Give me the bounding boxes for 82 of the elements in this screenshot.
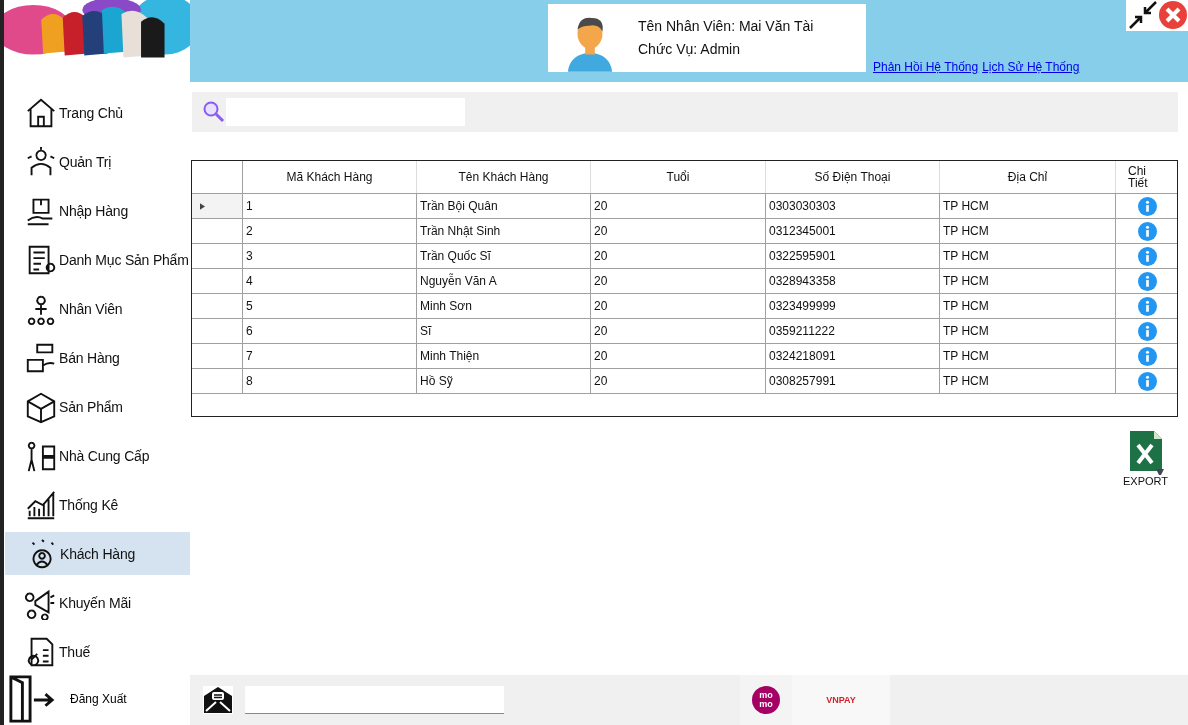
table-cell: Hồ Sỹ [417,369,591,393]
table-cell: TP HCM [940,344,1116,368]
info-icon[interactable] [1138,296,1157,316]
table-cell: 6 [243,319,417,343]
sidebar-item[interactable]: Trang Chủ [4,91,190,135]
table-cell: Trần Bội Quân [417,194,591,218]
table-cell: Trần Nhật Sinh [417,219,591,243]
vnpay-logo[interactable]: VNPAY [826,695,856,705]
header-link[interactable]: Lịch Sử Hệ Thống [982,60,1080,74]
column-header: Số Điện Thoại [766,161,940,193]
employee-name: Tên Nhân Viên: Mai Văn Tài [638,17,814,36]
table-cell: Minh Sơn [417,294,591,318]
table-cell: 5 [243,294,417,318]
table-cell: 20 [591,294,766,318]
table-cell: 4 [243,269,417,293]
sidebar-item[interactable]: Sản Phẩm [4,385,190,429]
info-icon[interactable] [1138,371,1157,391]
table-cell: 0322595901 [766,244,940,268]
table-cell: TP HCM [940,369,1116,393]
table-cell: 20 [591,244,766,268]
table-cell: TP HCM [940,219,1116,243]
table-cell: 0359211222 [766,319,940,343]
sidebar-item[interactable]: Khách Hàng [5,532,190,576]
table-cell: 0323499999 [766,294,940,318]
table-cell: 2 [243,219,417,243]
message-field[interactable] [245,686,504,714]
table-cell: TP HCM [940,244,1116,268]
table-cell: 3 [243,244,417,268]
column-header: Tên Khách Hàng [417,161,591,193]
sidebar-item[interactable]: Khuyến Mãi [4,581,190,625]
column-header: Chi Tiết [1127,163,1149,192]
info-icon[interactable] [1138,246,1157,266]
column-header: Địa Chỉ [940,161,1116,193]
table-cell: 0328943358 [766,269,940,293]
table-cell: Sĩ [417,319,591,343]
table-cell: 0308257991 [766,369,940,393]
table-cell: 20 [591,369,766,393]
sidebar-item[interactable]: Thuế [4,630,190,674]
sidebar-item[interactable]: Danh Mục Sản Phẩm [4,238,190,282]
table-cell: 0312345001 [766,219,940,243]
table-cell: TP HCM [940,194,1116,218]
sidebar-item[interactable]: Nhà Cung Cấp [4,434,190,478]
mail-icon [203,686,233,714]
momo-logo[interactable]: mo mo [752,686,780,714]
table-cell: TP HCM [940,294,1116,318]
info-icon[interactable] [1138,271,1157,291]
column-header: Tuổi [591,161,766,193]
info-icon[interactable] [1138,346,1157,366]
export-button[interactable]: EXPORT [1123,431,1169,485]
sidebar-item[interactable]: Nhân Viên [4,287,190,331]
table-cell: 1 [243,194,417,218]
table-cell: 20 [591,319,766,343]
search-icon [202,100,226,124]
current-row-icon [200,202,205,210]
table-cell: TP HCM [940,319,1116,343]
logout-icon [8,675,56,724]
sidebar-item[interactable]: Bán Hàng [4,336,190,380]
info-icon[interactable] [1138,221,1157,241]
info-icon[interactable] [1138,196,1157,216]
sidebar-item[interactable]: Quản Trị [4,140,190,184]
table-cell: TP HCM [940,269,1116,293]
row-header[interactable] [192,194,243,218]
column-header: Mã Khách Hàng [243,161,417,193]
header-link[interactable]: Phản Hồi Hệ Thống [873,60,979,74]
minimize-icon[interactable] [1128,0,1158,30]
table-cell: Nguyễn Văn A [417,269,591,293]
sidebar-item[interactable]: Thống Kê [4,483,190,527]
employee-role: Chức Vụ: Admin [638,40,741,59]
close-icon[interactable] [1158,0,1188,30]
table-cell: 20 [591,194,766,218]
table-cell: Trần Quốc Sĩ [417,244,591,268]
logout-button[interactable]: Đăng Xuất [4,673,190,725]
table-cell: 20 [591,344,766,368]
info-icon[interactable] [1138,321,1157,341]
table-cell: 20 [591,269,766,293]
table-cell: 8 [243,369,417,393]
sidebar-item[interactable]: Nhập Hàng [4,189,190,233]
table-cell: 0303030303 [766,194,940,218]
table-cell: 20 [591,219,766,243]
table-cell: 7 [243,344,417,368]
table-cell: Minh Thiện [417,344,591,368]
table-cell: 0324218091 [766,344,940,368]
